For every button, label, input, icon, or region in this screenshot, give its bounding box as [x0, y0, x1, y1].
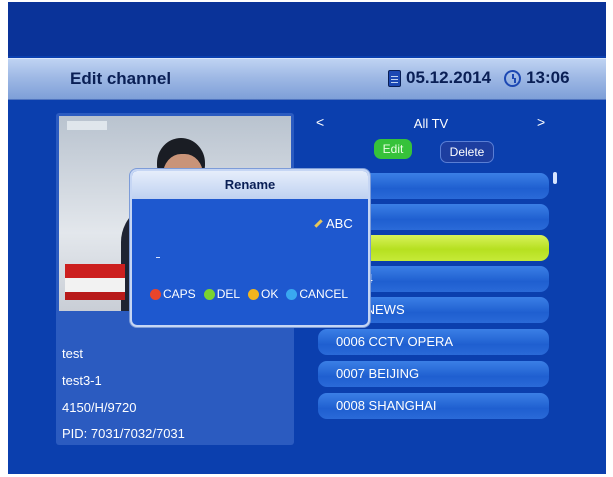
clock-icon — [504, 69, 522, 87]
ok-key[interactable]: OK — [248, 287, 278, 301]
blue-key-icon — [286, 288, 298, 300]
del-key-label: DEL — [216, 287, 241, 301]
calendar-icon — [388, 69, 401, 87]
time-text: 13:06 — [526, 68, 570, 87]
text-cursor[interactable] — [156, 257, 160, 258]
chevron-left-icon[interactable]: < — [316, 114, 324, 130]
date-time: 05.12.2014 13:06 — [388, 68, 570, 88]
scrollbar-thumb[interactable] — [553, 172, 557, 184]
channel-row[interactable]: 0007 BEIJING — [318, 361, 549, 387]
date-text: 05.12.2014 — [406, 68, 492, 87]
header-bar: Edit channel 05.12.2014 13:06 — [8, 58, 606, 100]
ok-key-label: OK — [261, 287, 279, 301]
caps-key-label: CAPS — [163, 287, 196, 301]
tv-screen: Edit channel 05.12.2014 13:06 test test3… — [8, 2, 606, 474]
info-satellite: test3-1 — [62, 373, 102, 388]
yellow-key-icon — [248, 288, 260, 300]
dialog-title: Rename — [132, 171, 368, 199]
info-pid: PID: 7031/7032/7031 — [62, 426, 185, 441]
green-key-icon — [203, 288, 215, 300]
channel-row[interactable]: 0006 CCTV OPERA — [318, 329, 549, 355]
edit-button[interactable]: Edit — [374, 139, 412, 159]
delete-button[interactable]: Delete — [440, 141, 494, 163]
cancel-key-label: CANCEL — [299, 287, 349, 301]
rename-dialog: Rename ABC CAPS DEL OK CANCEL — [130, 169, 370, 327]
chevron-right-icon[interactable]: > — [537, 114, 545, 130]
list-group-title: All TV — [413, 116, 449, 131]
info-channel-name: test — [62, 346, 83, 361]
input-mode: ABC — [314, 216, 353, 231]
pencil-icon — [314, 219, 323, 228]
caps-key[interactable]: CAPS — [150, 287, 196, 301]
page-title: Edit channel — [70, 69, 172, 88]
del-key[interactable]: DEL — [203, 287, 241, 301]
red-key-icon — [150, 288, 161, 300]
input-mode-label: ABC — [326, 216, 353, 231]
info-frequency: 4150/H/9720 — [62, 400, 137, 415]
top-band — [8, 2, 606, 56]
key-legend: CAPS DEL OK CANCEL — [150, 287, 356, 301]
cancel-key[interactable]: CANCEL — [286, 287, 348, 301]
channel-row[interactable]: 0008 SHANGHAI — [318, 393, 549, 419]
